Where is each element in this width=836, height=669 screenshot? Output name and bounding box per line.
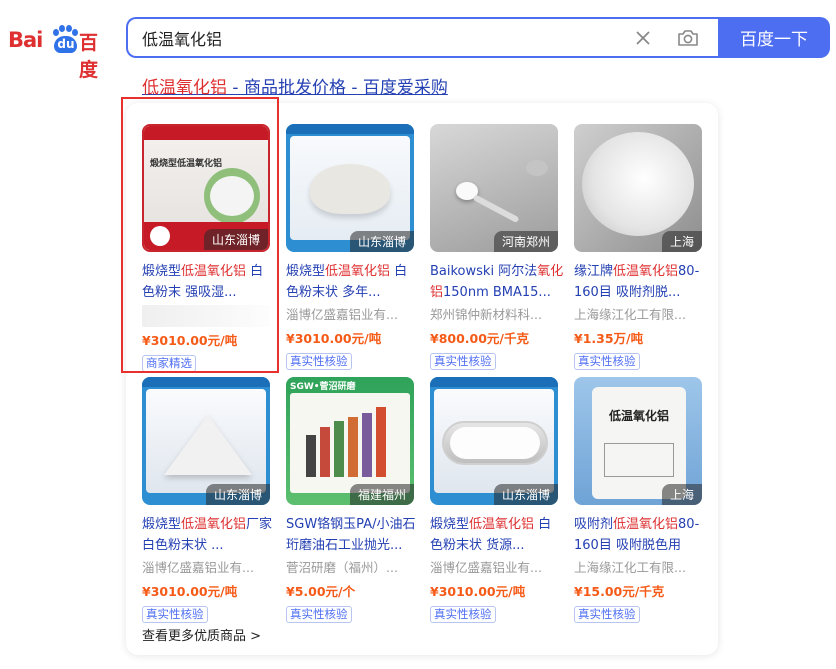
verified-tag[interactable]: 真实性核验 (142, 606, 208, 623)
location-badge: 山东淄博 (493, 484, 558, 505)
verified-tag[interactable]: 真实性核验 (574, 606, 640, 623)
product-name-link[interactable]: 煅烧型低温氧化铝 白色粉末状 货源... (430, 514, 564, 556)
result-title-highlight: 低温氧化铝 (142, 78, 227, 98)
product-name-pre: 煅烧型 (142, 517, 182, 532)
location-badge: 福建福州 (349, 484, 414, 505)
product-image[interactable]: 山东淄博 (286, 124, 414, 252)
product-name-pre: Baikowski 阿尔法 (430, 264, 538, 279)
seller-name[interactable]: 菅沼研磨（福州）... (286, 558, 414, 578)
image-caption: 低温氧化铝 (608, 409, 669, 423)
baidu-logo[interactable]: Bai du 百度 (8, 22, 114, 81)
product-price: ¥3010.00元/吨 (142, 584, 238, 599)
product-price: ¥5.00元/个 (286, 584, 356, 599)
paw-icon: du (52, 25, 78, 53)
product-name-pre: 煅烧型 (286, 264, 326, 279)
product-image[interactable]: 山东淄博 (430, 377, 558, 505)
logo-du-text: du (57, 37, 75, 51)
product-price: ¥1.35万/吨 (574, 331, 644, 346)
seller-name[interactable]: 淄博亿盛嘉铝业有... (142, 558, 270, 578)
product-card[interactable]: 山东淄博 煅烧型低温氧化铝 白色粉末状 多年... 淄博亿盛嘉铝业有... ¥3… (286, 124, 420, 370)
product-image[interactable]: 低温氧化铝 上海 (574, 377, 702, 505)
product-name-post: 150nm BMA15... (443, 285, 551, 300)
product-name-highlight: 低温氧化铝 (325, 264, 391, 279)
search-button[interactable]: 百度一下 (718, 17, 830, 58)
product-price: ¥15.00元/千克 (574, 584, 665, 599)
header: Bai du 百度 百度一下 (0, 0, 836, 81)
location-badge: 山东淄博 (205, 484, 270, 505)
product-name-pre: 吸附剂 (574, 517, 614, 532)
seller-name[interactable]: 郑州锦仲新材料科... (430, 305, 558, 325)
result-title-link[interactable]: 低温氧化铝 - 商品批发价格 - 百度爱采购 (142, 73, 448, 98)
search-input[interactable] (142, 19, 622, 56)
product-name-link[interactable]: 煅烧型低温氧化铝厂家 白色粉末状 ... (142, 514, 276, 556)
product-image[interactable]: 山东淄博 (142, 377, 270, 505)
product-name-link[interactable]: SGW铬钢玉PA/小油石珩磨油石工业抛光... (286, 514, 420, 556)
product-card[interactable]: 低温氧化铝 上海 吸附剂低温氧化铝80-160目 吸附脱色用 上海缘江化工有限.… (574, 377, 708, 623)
verified-tag[interactable]: 真实性核验 (286, 353, 352, 370)
location-badge: 上海 (661, 484, 702, 505)
product-name-highlight: 低温氧化铝 (613, 264, 679, 279)
selection-highlight-box (121, 97, 279, 373)
logo-bai-text: Bai (8, 28, 43, 52)
logo-cn-text: 百度 (79, 32, 99, 81)
location-badge: 山东淄博 (349, 231, 414, 252)
image-caption: SGW•菅沼研磨 (290, 382, 356, 392)
product-name-pre: SGW铬钢玉PA/小油石珩磨油石工业抛光... (286, 517, 416, 553)
clear-icon[interactable] (634, 29, 652, 47)
product-card[interactable]: 山东淄博 煅烧型低温氧化铝厂家 白色粉末状 ... 淄博亿盛嘉铝业有... ¥3… (142, 377, 276, 623)
product-price: ¥3010.00元/吨 (430, 584, 526, 599)
result-title-rest: - 商品批发价格 - 百度爱采购 (227, 78, 448, 98)
product-image[interactable]: 河南郑州 (430, 124, 558, 252)
location-badge: 上海 (661, 231, 702, 252)
verified-tag[interactable]: 真实性核验 (430, 353, 496, 370)
product-image[interactable]: SGW•菅沼研磨 福建福州 (286, 377, 414, 505)
search-box (126, 17, 718, 58)
seller-name[interactable]: 上海缘江化工有限... (574, 305, 702, 325)
verified-tag[interactable]: 真实性核验 (430, 606, 496, 623)
product-price: ¥800.00元/千克 (430, 331, 529, 346)
product-name-link[interactable]: 缘江牌低温氧化铝80-160目 吸附剂脱... (574, 261, 708, 303)
seller-name[interactable]: 上海缘江化工有限... (574, 558, 702, 578)
more-products-link[interactable]: 查看更多优质商品 > (142, 625, 261, 644)
location-badge: 河南郑州 (493, 231, 558, 252)
product-name-link[interactable]: 吸附剂低温氧化铝80-160目 吸附脱色用 (574, 514, 708, 556)
verified-tag[interactable]: 真实性核验 (286, 606, 352, 623)
product-card[interactable]: 河南郑州 Baikowski 阿尔法氧化铝150nm BMA15... 郑州锦仲… (430, 124, 564, 370)
product-name-highlight: 低温氧化铝 (613, 517, 679, 532)
product-card[interactable]: 上海 缘江牌低温氧化铝80-160目 吸附剂脱... 上海缘江化工有限... ¥… (574, 124, 708, 370)
product-name-link[interactable]: Baikowski 阿尔法氧化铝150nm BMA15... (430, 261, 564, 303)
product-name-pre: 煅烧型 (430, 517, 470, 532)
seller-name[interactable]: 淄博亿盛嘉铝业有... (430, 558, 558, 578)
product-name-link[interactable]: 煅烧型低温氧化铝 白色粉末状 多年... (286, 261, 420, 303)
product-name-highlight: 低温氧化铝 (181, 517, 247, 532)
verified-tag[interactable]: 真实性核验 (574, 353, 640, 370)
product-name-highlight: 低温氧化铝 (469, 517, 535, 532)
product-image[interactable]: 上海 (574, 124, 702, 252)
seller-name[interactable]: 淄博亿盛嘉铝业有... (286, 305, 414, 325)
product-name-pre: 缘江牌 (574, 264, 614, 279)
product-card[interactable]: 山东淄博 煅烧型低温氧化铝 白色粉末状 货源... 淄博亿盛嘉铝业有... ¥3… (430, 377, 564, 623)
product-price: ¥3010.00元/吨 (286, 331, 382, 346)
camera-icon[interactable] (677, 28, 699, 48)
product-card[interactable]: SGW•菅沼研磨 福建福州 SGW铬钢玉PA/小油石珩磨油石工业抛光... 菅沼… (286, 377, 420, 623)
